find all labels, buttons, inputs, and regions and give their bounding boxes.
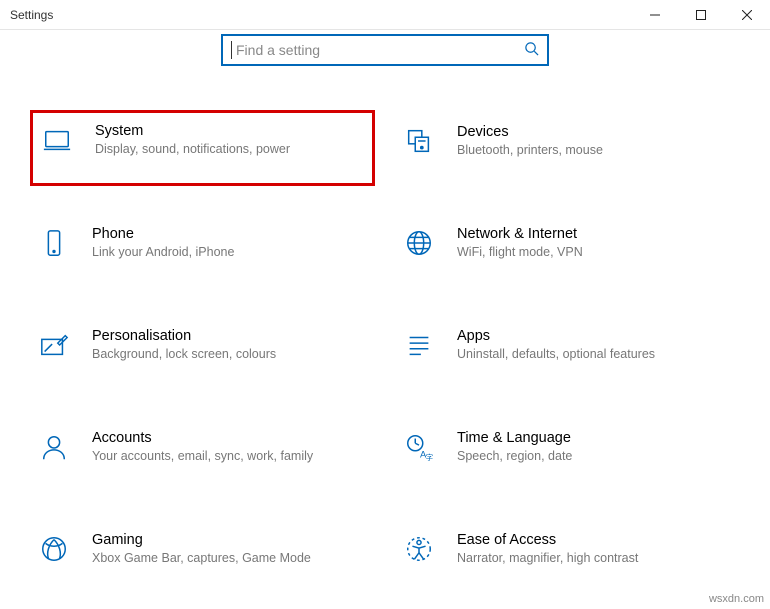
tile-desc: Bluetooth, printers, mouse bbox=[457, 142, 728, 159]
maximize-button[interactable] bbox=[678, 0, 724, 29]
tile-network[interactable]: Network & Internet WiFi, flight mode, VP… bbox=[395, 218, 740, 278]
tile-text: Phone Link your Android, iPhone bbox=[92, 226, 369, 261]
tile-ease-of-access[interactable]: Ease of Access Narrator, magnifier, high… bbox=[395, 524, 740, 584]
tile-title: Devices bbox=[457, 124, 728, 140]
accounts-icon bbox=[36, 430, 72, 462]
tile-desc: Display, sound, notifications, power bbox=[95, 141, 360, 158]
window-title: Settings bbox=[10, 8, 53, 22]
tile-text: Accounts Your accounts, email, sync, wor… bbox=[92, 430, 369, 465]
time-language-icon: A字 bbox=[401, 430, 437, 462]
tile-title: System bbox=[95, 123, 360, 139]
tile-title: Apps bbox=[457, 328, 728, 344]
svg-text:字: 字 bbox=[426, 452, 434, 462]
tile-desc: WiFi, flight mode, VPN bbox=[457, 244, 728, 261]
tile-text: Apps Uninstall, defaults, optional featu… bbox=[457, 328, 734, 363]
watermark: wsxdn.com bbox=[709, 593, 764, 605]
tile-title: Network & Internet bbox=[457, 226, 728, 242]
search-icon bbox=[524, 41, 539, 59]
gaming-icon bbox=[36, 532, 72, 564]
system-icon bbox=[39, 123, 75, 155]
minimize-button[interactable] bbox=[632, 0, 678, 29]
tile-text: Personalisation Background, lock screen,… bbox=[92, 328, 369, 363]
tile-title: Accounts bbox=[92, 430, 363, 446]
network-icon bbox=[401, 226, 437, 258]
tile-devices[interactable]: Devices Bluetooth, printers, mouse bbox=[395, 116, 740, 176]
close-button[interactable] bbox=[724, 0, 770, 29]
personalisation-icon bbox=[36, 328, 72, 360]
tile-time-language[interactable]: A字 Time & Language Speech, region, date bbox=[395, 422, 740, 482]
tile-system[interactable]: System Display, sound, notifications, po… bbox=[30, 110, 375, 186]
tile-title: Phone bbox=[92, 226, 363, 242]
tile-text: Ease of Access Narrator, magnifier, high… bbox=[457, 532, 734, 567]
tile-desc: Uninstall, defaults, optional features bbox=[457, 346, 728, 363]
tile-title: Gaming bbox=[92, 532, 363, 548]
tile-desc: Your accounts, email, sync, work, family bbox=[92, 448, 363, 465]
tile-text: System Display, sound, notifications, po… bbox=[95, 123, 366, 158]
tile-accounts[interactable]: Accounts Your accounts, email, sync, wor… bbox=[30, 422, 375, 482]
window-controls bbox=[632, 0, 770, 29]
tile-desc: Background, lock screen, colours bbox=[92, 346, 363, 363]
tile-desc: Link your Android, iPhone bbox=[92, 244, 363, 261]
tile-desc: Narrator, magnifier, high contrast bbox=[457, 550, 728, 567]
tile-desc: Xbox Game Bar, captures, Game Mode bbox=[92, 550, 363, 567]
search-container: Find a setting bbox=[0, 30, 770, 76]
tile-title: Time & Language bbox=[457, 430, 728, 446]
phone-icon bbox=[36, 226, 72, 258]
tile-text: Network & Internet WiFi, flight mode, VP… bbox=[457, 226, 734, 261]
tile-text: Devices Bluetooth, printers, mouse bbox=[457, 124, 734, 159]
ease-of-access-icon bbox=[401, 532, 437, 564]
search-placeholder: Find a setting bbox=[231, 41, 320, 59]
tile-personalisation[interactable]: Personalisation Background, lock screen,… bbox=[30, 320, 375, 380]
titlebar: Settings bbox=[0, 0, 770, 30]
tile-apps[interactable]: Apps Uninstall, defaults, optional featu… bbox=[395, 320, 740, 380]
tile-title: Ease of Access bbox=[457, 532, 728, 548]
tile-desc: Speech, region, date bbox=[457, 448, 728, 465]
tile-phone[interactable]: Phone Link your Android, iPhone bbox=[30, 218, 375, 278]
devices-icon bbox=[401, 124, 437, 156]
apps-icon bbox=[401, 328, 437, 360]
tile-title: Personalisation bbox=[92, 328, 363, 344]
tile-text: Gaming Xbox Game Bar, captures, Game Mod… bbox=[92, 532, 369, 567]
tile-text: Time & Language Speech, region, date bbox=[457, 430, 734, 465]
settings-grid: System Display, sound, notifications, po… bbox=[0, 76, 770, 584]
search-input[interactable]: Find a setting bbox=[221, 34, 549, 66]
tile-gaming[interactable]: Gaming Xbox Game Bar, captures, Game Mod… bbox=[30, 524, 375, 584]
